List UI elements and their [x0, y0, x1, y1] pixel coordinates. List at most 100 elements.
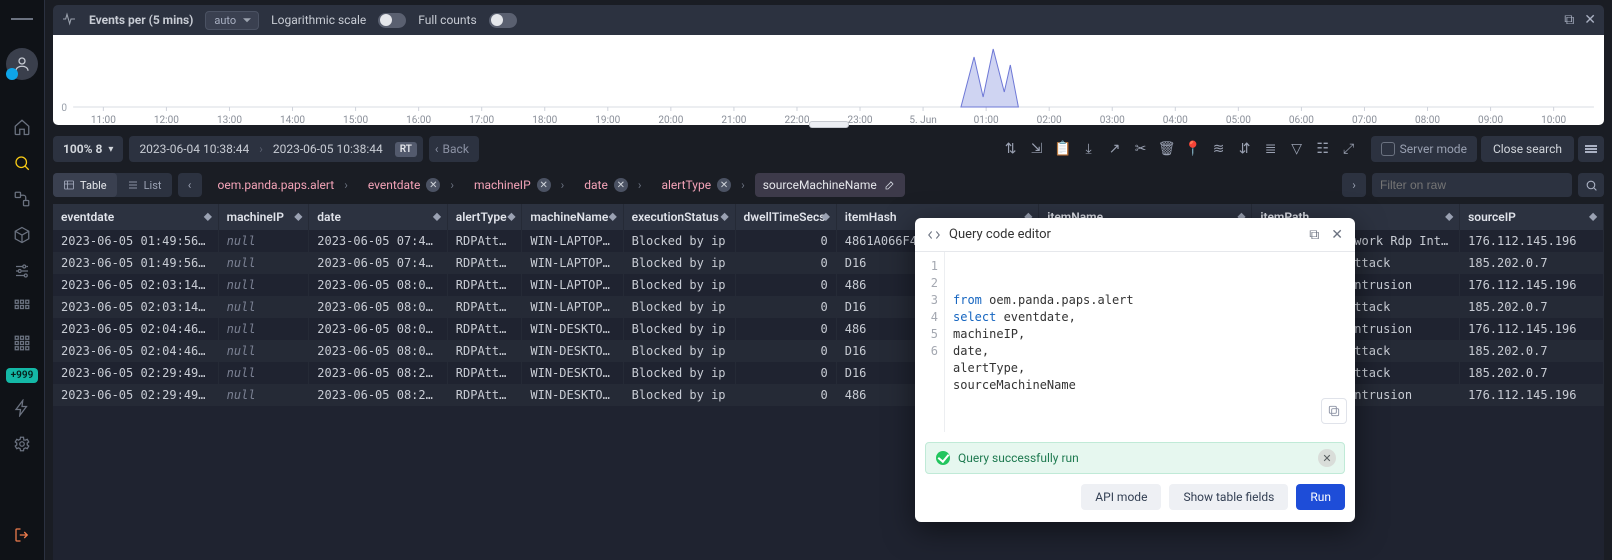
- gear-icon[interactable]: [11, 433, 33, 455]
- pivot-icon[interactable]: ⇅: [1000, 138, 1022, 160]
- cell: null: [218, 274, 309, 296]
- run-button[interactable]: Run: [1296, 484, 1345, 510]
- column-header[interactable]: dwellTimeSecs◆: [735, 204, 836, 230]
- clipboard-icon[interactable]: 📋: [1052, 138, 1074, 160]
- full-counts-toggle[interactable]: [489, 13, 517, 28]
- crumb-remove-icon[interactable]: ✕: [537, 178, 551, 192]
- column-header[interactable]: sourceIP◆: [1460, 204, 1604, 230]
- table-row[interactable]: 2023-06-05 02:03:14.531null2023-06-05 08…: [53, 296, 1604, 318]
- rt-badge: RT: [395, 142, 417, 157]
- sort-icon[interactable]: ⇵: [1234, 138, 1256, 160]
- pin-icon[interactable]: 📍: [1182, 138, 1204, 160]
- zoom-pill[interactable]: 100% 8▾: [53, 136, 123, 162]
- close-search-button[interactable]: Close search: [1481, 136, 1574, 162]
- view-table[interactable]: Table: [53, 173, 117, 197]
- table-row[interactable]: 2023-06-05 02:29:49.858null2023-06-05 08…: [53, 384, 1604, 406]
- interval-select[interactable]: auto: [205, 11, 259, 30]
- left-rail: +999: [0, 0, 45, 560]
- bolt-icon[interactable]: [11, 397, 33, 419]
- list-icon[interactable]: ≣: [1260, 138, 1282, 160]
- svg-text:03:00: 03:00: [1100, 115, 1125, 125]
- breadcrumb-item[interactable]: machineIP✕: [464, 173, 574, 197]
- cell: Blocked by ip: [623, 274, 735, 296]
- editor-close-icon[interactable]: ✕: [1331, 227, 1343, 243]
- column-header[interactable]: date◆: [309, 204, 448, 230]
- export-icon[interactable]: ⇲: [1026, 138, 1048, 160]
- scissors-icon[interactable]: ✂: [1130, 138, 1152, 160]
- search-button-icon[interactable]: [1578, 173, 1604, 197]
- popout-icon[interactable]: ⧉: [1564, 12, 1574, 28]
- crumb-next-icon[interactable]: ›: [1342, 173, 1366, 197]
- cell: null: [218, 362, 309, 384]
- package-icon[interactable]: [11, 224, 33, 246]
- grid2-icon[interactable]: [11, 332, 33, 354]
- grid-icon[interactable]: [11, 296, 33, 318]
- code-editor[interactable]: from oem.panda.paps.alert select eventda…: [945, 252, 1355, 432]
- back-button[interactable]: ‹Back: [429, 136, 479, 162]
- breadcrumb-item[interactable]: date✕: [574, 173, 651, 197]
- breadcrumb-item[interactable]: oem.panda.paps.alert: [208, 173, 358, 197]
- chart-area[interactable]: 011:0012:0013:0014:0015:0016:0017:0018:0…: [53, 35, 1604, 125]
- column-header[interactable]: machineIP◆: [218, 204, 309, 230]
- crumb-prev-icon[interactable]: ‹: [178, 173, 202, 197]
- table-row[interactable]: 2023-06-05 01:49:56.574null2023-06-05 07…: [53, 230, 1604, 252]
- table-row[interactable]: 2023-06-05 02:04:46.641null2023-06-05 08…: [53, 318, 1604, 340]
- logout-icon[interactable]: [11, 524, 33, 546]
- home-icon[interactable]: [11, 116, 33, 138]
- view-list[interactable]: List: [117, 173, 172, 197]
- crumb-remove-icon[interactable]: ✕: [614, 178, 628, 192]
- cell: RDPAttack: [447, 384, 522, 406]
- share-icon[interactable]: ↗: [1104, 138, 1126, 160]
- notification-badge[interactable]: +999: [6, 368, 39, 383]
- pencil-icon[interactable]: [883, 178, 897, 192]
- table-row[interactable]: 2023-06-05 02:03:14.402null2023-06-05 08…: [53, 274, 1604, 296]
- trash-icon[interactable]: 🗑: [1156, 138, 1178, 160]
- raw-filter-input[interactable]: [1372, 173, 1572, 197]
- breadcrumb-item[interactable]: eventdate✕: [358, 173, 464, 197]
- crumb-remove-icon[interactable]: ✕: [717, 178, 731, 192]
- breadcrumb-selected[interactable]: sourceMachineName: [755, 173, 905, 197]
- column-header[interactable]: executionStatus◆: [623, 204, 735, 230]
- cell: RDPAttack: [447, 274, 522, 296]
- column-header[interactable]: alertType◆: [447, 204, 522, 230]
- chart-title: Events per (5 mins): [89, 13, 193, 27]
- menu-icon[interactable]: [11, 8, 33, 30]
- breadcrumb: oem.panda.paps.alerteventdate✕machineIP✕…: [208, 173, 905, 197]
- cell: WIN-DESKTOP-3: [522, 318, 623, 340]
- svg-text:18:00: 18:00: [532, 115, 557, 125]
- cell: 2023-06-05 08:03:13: [309, 296, 448, 318]
- exit-icon[interactable]: ⤢: [1338, 138, 1360, 160]
- resize-handle-icon[interactable]: [809, 121, 849, 128]
- cell: 2023-06-05 08:04:32: [309, 340, 448, 362]
- close-chart-icon[interactable]: ✕: [1584, 12, 1596, 28]
- time-range[interactable]: 2023-06-04 10:38:44 › 2023-06-05 10:38:4…: [129, 136, 422, 162]
- breadcrumb-item[interactable]: alertType✕: [651, 173, 754, 197]
- svg-text:11:00: 11:00: [91, 115, 116, 125]
- avatar[interactable]: [6, 48, 38, 80]
- filter-icon[interactable]: ▽: [1286, 138, 1308, 160]
- log-scale-toggle[interactable]: [378, 13, 406, 28]
- cell: 2023-06-05 08:29:48: [309, 362, 448, 384]
- column-header[interactable]: eventdate◆: [53, 204, 218, 230]
- column-header[interactable]: machineName◆: [522, 204, 623, 230]
- svg-text:10:00: 10:00: [1541, 115, 1566, 125]
- crumb-remove-icon[interactable]: ✕: [426, 178, 440, 192]
- flow-icon[interactable]: [11, 188, 33, 210]
- status-close-icon[interactable]: ✕: [1318, 449, 1336, 467]
- server-mode-toggle[interactable]: Server mode: [1371, 136, 1477, 162]
- table-row[interactable]: 2023-06-05 01:49:56.735null2023-06-05 07…: [53, 252, 1604, 274]
- api-mode-button[interactable]: API mode: [1081, 484, 1161, 510]
- show-fields-button[interactable]: Show table fields: [1169, 484, 1288, 510]
- cell: 176.112.145.196: [1460, 274, 1604, 296]
- more-menu-icon[interactable]: [1578, 136, 1604, 162]
- table-row[interactable]: 2023-06-05 02:04:46.641null2023-06-05 08…: [53, 340, 1604, 362]
- activity-icon: [61, 11, 77, 30]
- editor-dock-icon[interactable]: ⧉: [1309, 227, 1319, 243]
- table-row[interactable]: 2023-06-05 02:29:49.470null2023-06-05 08…: [53, 362, 1604, 384]
- calendar-icon[interactable]: ☷: [1312, 138, 1334, 160]
- sliders-icon[interactable]: [11, 260, 33, 282]
- download-icon[interactable]: ⤓: [1078, 138, 1100, 160]
- tune-icon[interactable]: ≋: [1208, 138, 1230, 160]
- search-icon[interactable]: [11, 152, 33, 174]
- copy-icon[interactable]: [1321, 398, 1347, 424]
